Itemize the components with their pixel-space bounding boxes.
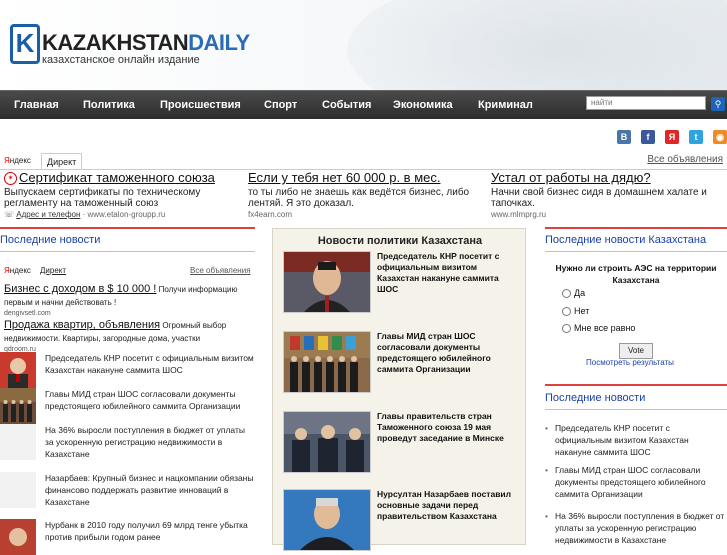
poll-option[interactable]: Нет [562,306,590,317]
ad-block: Если у тебя нет 60 000 р. в мес. то ты л… [248,170,483,219]
ad-block: ✶ Сертификат таможенного союза Выпускаем … [4,170,239,219]
poll-option[interactable]: Да [562,288,586,299]
radio-button[interactable] [562,289,571,299]
nav-item-politics[interactable]: Политика [83,91,135,119]
bullet: • [545,511,548,521]
news-link[interactable]: Главы правительств стран Таможенного сою… [377,411,521,444]
section-divider [0,227,255,229]
poll-option-label: Да [574,288,586,298]
all-ads-link[interactable]: Все объявления [190,266,251,275]
yandex-logo-rest: ндекс [9,266,31,275]
ad-title[interactable]: Если у тебя нет 60 000 р. в мес. [248,170,483,185]
bullet: • [545,465,548,475]
news-link[interactable]: Главы МИД стран ШОС согласовали документ… [377,331,521,375]
site-header: K KAZAKHSTANDAILY казахстанское онлайн и… [0,0,727,90]
search-button[interactable]: ⚲ [711,97,725,111]
nav-item-crime[interactable]: Криминал [478,91,533,119]
news-link[interactable]: Нурсултан Назарбаев поставил основные за… [377,489,521,522]
yandex-logo-rest: ндекс [9,156,31,165]
ad-url[interactable]: www.mlmprg.ru [491,210,726,219]
nav-item-incidents[interactable]: Происшествия [160,91,241,119]
news-image[interactable] [283,411,371,473]
ad-text: Выпускаем сертификаты по техническому ре… [4,187,201,210]
logo-tagline: казахстанское онлайн издание [42,54,200,66]
news-image[interactable] [283,489,371,551]
ad-url[interactable]: ☏ Адрес и телефон · www.etalon-groupp.ru [4,210,239,219]
news-thumbnail[interactable] [0,519,36,555]
yandex-icon[interactable]: Я [665,130,679,144]
radio-button[interactable] [562,324,571,334]
yandex-direct-bar: Яндекс Директ Все объявления [0,152,727,170]
news-link[interactable]: Председатель КНР посетит с официальным в… [555,422,725,458]
header-decoration [347,0,727,90]
news-link[interactable]: Назарбаев: Крупный бизнес и нацкомпании … [45,472,255,508]
politics-news-panel: Новости политики Казахстана Председатель… [272,228,526,551]
direkt-link[interactable]: Директ [40,266,66,275]
facebook-icon[interactable]: f [641,130,655,144]
search-icon: ⚲ [714,99,722,109]
news-thumbnail[interactable] [0,352,36,388]
news-link[interactable]: Главы МИД стран ШОС согласовали документ… [45,388,255,412]
poll-option-label: Мне все равно [574,323,636,333]
section-divider [0,251,255,252]
yandex-logo[interactable]: Яндекс [4,266,31,275]
news-link[interactable]: Нурбанк в 2010 году получил 69 млрд тенг… [45,519,255,543]
news-link[interactable]: На 36% выросли поступления в бюджет от у… [45,424,255,460]
search-input[interactable] [586,96,706,110]
direkt-tab[interactable]: Директ [41,153,83,170]
bullet: • [545,423,548,433]
logo-mark: K [10,24,40,64]
news-image[interactable] [283,251,371,313]
vote-button[interactable]: Vote [619,343,653,359]
small-ad: Бизнес с доходом в $ 10 000 ! Получи инф… [4,282,254,319]
news-image[interactable] [283,331,371,393]
nav-item-sport[interactable]: Спорт [264,91,297,119]
section-divider [545,409,727,410]
latest-news-heading: Последние новости [0,234,101,246]
small-ad-title[interactable]: Продажа квартир, объявления [4,319,160,331]
nav-item-events[interactable]: События [322,91,371,119]
news-thumbnail[interactable] [0,472,36,508]
logo-wordmark: KAZAKHSTANDAILY [42,30,250,56]
politics-news-heading: Новости политики Казахстана [317,235,483,247]
yandex-logo[interactable]: Яндекс [4,156,31,165]
news-thumbnail[interactable] [0,424,36,460]
logo-brand-accent: DAILY [188,30,250,55]
small-ad: Продажа квартир, объявления Огромный выб… [4,318,254,355]
rss-icon[interactable]: ◉ [713,130,727,144]
logo-brand-main: KAZAKHSTAN [42,30,189,55]
section-divider [545,251,727,252]
kz-news-heading: Последние новости Казахстана [545,234,707,246]
ad-contact-link[interactable]: Адрес и телефон [16,210,80,219]
news-link[interactable]: На 36% выросли поступления в бюджет от у… [555,510,725,546]
ad-url-text: www.etalon-groupp.ru [87,210,166,220]
phone-icon: ☏ [4,210,15,220]
poll-option[interactable]: Мне все равно [562,323,636,334]
all-ads-link[interactable]: Все объявления [647,154,723,165]
section-divider [545,384,727,386]
section-divider [545,227,727,229]
ad-block: Устал от работы на дядю? Начни свой бизн… [491,170,726,219]
news-thumbnail[interactable] [0,388,36,424]
poll-option-label: Нет [574,306,590,316]
latest-news-heading: Последние новости [545,392,646,404]
radio-button[interactable] [562,307,571,317]
ad-title[interactable]: ✶ Сертификат таможенного союза [4,170,239,186]
ad-text: то ты либо не знаешь как ведётся бизнес,… [248,187,470,209]
ad-text: Начни свой бизнес сидя в домашнем халате… [491,187,707,209]
poll-results-link[interactable]: Посмотреть результаты [586,358,674,367]
nav-item-home[interactable]: Главная [14,91,59,119]
ad-title[interactable]: Устал от работы на дядю? [491,170,726,185]
ad-title-text: Сертификат таможенного союза [19,170,215,185]
small-ad-title[interactable]: Бизнес с доходом в $ 10 000 ! [4,283,156,295]
nav-item-economy[interactable]: Экономика [393,91,453,119]
news-link[interactable]: Главы МИД стран ШОС согласовали документ… [555,464,725,500]
news-link[interactable]: Председатель КНР посетит с официальным в… [377,251,521,295]
vkontakte-icon[interactable]: В [617,130,631,144]
poll-question: Нужно ли строить АЭС на территории Казах… [555,263,717,285]
twitter-icon[interactable]: t [689,130,703,144]
news-link[interactable]: Председатель КНР посетит с официальным в… [45,352,255,376]
ad-url[interactable]: fx4earn.com [248,210,483,219]
certificate-icon: ✶ [4,172,17,186]
